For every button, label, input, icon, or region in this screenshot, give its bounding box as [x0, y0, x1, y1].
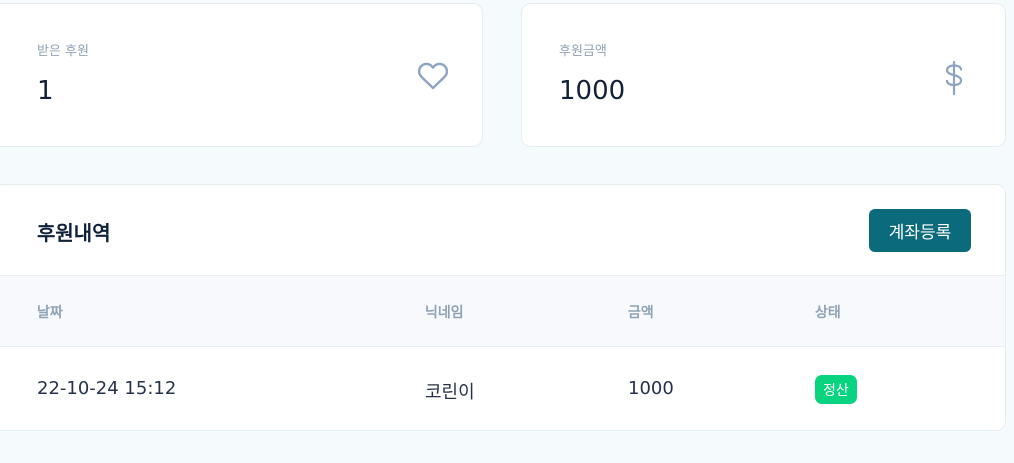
donation-history-title: 후원내역: [37, 221, 111, 245]
register-account-button[interactable]: 계좌등록: [869, 209, 971, 252]
dollar-icon: [942, 60, 966, 100]
column-header-date: 날짜: [37, 305, 63, 321]
row-date: 22-10-24 15:12: [37, 378, 177, 399]
donation-amount-value: 1000: [559, 76, 626, 106]
heart-icon: [417, 60, 449, 96]
donation-amount-card: 후원금액 1000: [521, 3, 1006, 147]
received-donations-card: 받은 후원 1: [0, 3, 483, 147]
received-donations-value: 1: [37, 76, 54, 106]
table-header: 날짜 닉네임 금액 상태: [0, 275, 1005, 347]
row-amount: 1000: [628, 378, 674, 399]
row-nickname: 코린이: [425, 382, 475, 403]
column-header-nickname: 닉네임: [425, 305, 464, 321]
donation-amount-label: 후원금액: [559, 44, 607, 59]
column-header-amount: 금액: [628, 305, 654, 321]
donation-history-card: 후원내역 계좌등록 날짜 닉네임 금액 상태 22-10-24 15:12 코린…: [0, 184, 1006, 431]
received-donations-label: 받은 후원: [37, 44, 89, 59]
column-header-status: 상태: [815, 305, 841, 321]
status-badge: 정산: [815, 375, 857, 404]
table-row: 22-10-24 15:12 코린이 1000 정산: [0, 347, 1005, 430]
